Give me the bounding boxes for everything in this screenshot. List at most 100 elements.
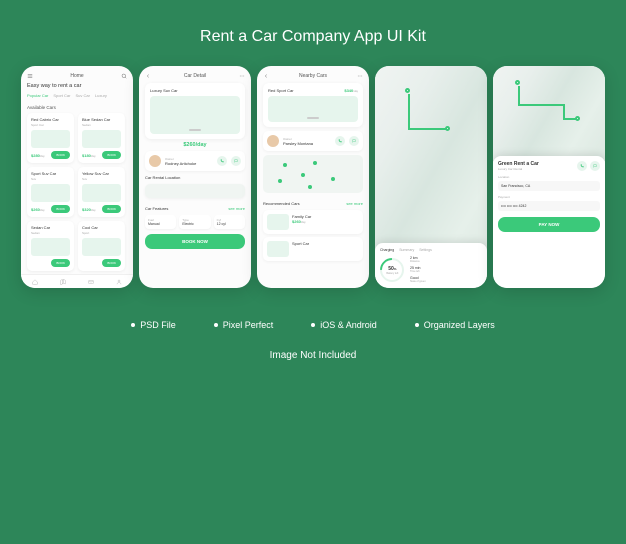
features-title: Car Features — [145, 206, 168, 211]
price: $260/day — [139, 139, 251, 151]
payment-field[interactable]: •••• •••• •••• 4242 — [498, 201, 600, 211]
sheet-tabs[interactable]: Charging Summary Settings — [380, 248, 482, 252]
rec-card[interactable]: Family Car$260/day — [263, 210, 363, 234]
book-button[interactable]: BOOK — [102, 205, 121, 213]
map-pin-start[interactable] — [515, 80, 520, 85]
price: $280/day — [31, 153, 45, 158]
car-card[interactable]: Red Cabrio Car Sport Car $280/day BOOK — [27, 113, 74, 163]
nav-mail-icon[interactable] — [88, 279, 94, 285]
car-card[interactable]: Sedan Car Sedan BOOK — [27, 221, 74, 271]
call-button[interactable] — [577, 161, 587, 171]
stat-item: 2 kmDistance — [410, 256, 426, 263]
map-pin-start[interactable] — [405, 88, 410, 93]
book-button[interactable]: BOOK — [51, 151, 70, 159]
see-more-link[interactable]: see more — [346, 201, 363, 206]
owner-card[interactable]: Owner Parsley Montana — [263, 131, 363, 151]
car-name: Red Cabrio Car — [31, 117, 70, 122]
car-name: Blue Sedan Car — [82, 117, 121, 122]
call-button[interactable] — [217, 156, 227, 166]
mini-map[interactable] — [263, 155, 363, 193]
bottom-nav — [21, 274, 133, 288]
location-label: Location — [498, 175, 600, 179]
nav-map-icon[interactable] — [60, 279, 66, 285]
route-line — [518, 104, 563, 106]
rec-card[interactable]: Sport Car — [263, 237, 363, 261]
rec-title: Recommended Cars — [263, 201, 300, 206]
car-name: Sport Suv Car — [31, 171, 70, 176]
book-button[interactable]: BOOK — [51, 259, 70, 267]
car-image — [82, 238, 121, 256]
location-map[interactable] — [145, 184, 245, 198]
chat-button[interactable] — [349, 136, 359, 146]
car-card[interactable]: Yellow Suv Car Suv $320/dayBOOK — [78, 167, 125, 217]
feature-item: Organized Layers — [415, 320, 495, 330]
tab-settings[interactable]: Settings — [419, 248, 432, 252]
owner-card[interactable]: Owner Rodney Artichoke — [145, 151, 245, 171]
car-image — [267, 214, 289, 230]
price: $260/day — [31, 207, 45, 212]
avatar — [267, 135, 279, 147]
car-image — [268, 96, 358, 122]
stat-item: GoodState of green — [410, 276, 426, 283]
car-image — [82, 184, 121, 202]
tab-summary[interactable]: Summary — [399, 248, 414, 252]
tab-popular[interactable]: Popular Car — [27, 93, 48, 98]
book-button[interactable]: BOOK NOW — [145, 234, 245, 249]
chat-button[interactable] — [590, 161, 600, 171]
back-icon[interactable] — [145, 73, 151, 79]
car-subtitle: Sport — [82, 231, 121, 235]
feature-list: PSD File Pixel Perfect iOS & Android Org… — [0, 288, 626, 342]
company-subtitle: Luxury Car Rental — [498, 167, 539, 171]
book-button[interactable]: BOOK — [102, 259, 121, 267]
top-car-card[interactable]: Red Sport Car $340/day — [263, 83, 363, 127]
feature-item: PSD File — [131, 320, 176, 330]
tab-suv[interactable]: Suv Car — [75, 93, 89, 98]
car-card[interactable]: Sport Suv Car Suv $260/day BOOK — [27, 167, 74, 217]
nav-user-icon[interactable] — [116, 279, 122, 285]
screen-payment: Green Rent a Car Luxury Car Rental Locat… — [493, 66, 605, 288]
car-image — [31, 238, 70, 256]
location-field[interactable]: San Francisco, CA — [498, 181, 600, 191]
menu-icon[interactable] — [27, 73, 33, 79]
car-subtitle: Sport Car — [31, 123, 70, 127]
avatar — [149, 155, 161, 167]
search-icon[interactable] — [121, 73, 127, 79]
car-card[interactable]: Cool Car Sport BOOK — [78, 221, 125, 271]
nav-home-icon[interactable] — [32, 279, 38, 285]
tab-charging[interactable]: Charging — [380, 248, 394, 252]
tab-luxury[interactable]: Luxury — [95, 93, 107, 98]
battery-ring: 50% Battery left — [375, 253, 409, 287]
feature-card: Cyl12 cyl — [214, 215, 245, 229]
screen-detail: Car Detail Luxury Suv Car $260/day Owner… — [139, 66, 251, 288]
category-tabs[interactable]: Popular Car Sport Car Suv Car Luxury — [21, 89, 133, 102]
price: $260/day — [292, 219, 359, 224]
tab-sport[interactable]: Sport Car — [53, 93, 70, 98]
payment-label: Payment — [498, 195, 600, 199]
screen-nearby: Nearby Cars Red Sport Car $340/day Owner… — [257, 66, 369, 288]
more-icon[interactable] — [357, 73, 363, 79]
book-button[interactable]: BOOK — [102, 151, 121, 159]
stat-list: 2 kmDistance 25 minTime left GoodState of … — [410, 256, 426, 283]
screen-title: Car Detail — [184, 73, 206, 79]
pay-button[interactable]: PAY NOW — [498, 217, 600, 232]
book-button[interactable]: BOOK — [51, 205, 70, 213]
car-card[interactable]: Blue Sedan Car Sedan $180/dayBOOK — [78, 113, 125, 163]
price: $320/day — [82, 207, 96, 212]
back-icon[interactable] — [263, 73, 269, 79]
call-button[interactable] — [335, 136, 345, 146]
screen-home: Home Easy way to rent a car Popular Car … — [21, 66, 133, 288]
car-image — [31, 130, 70, 148]
car-subtitle: Sedan — [82, 123, 121, 127]
hero-card: Luxury Suv Car — [145, 83, 245, 139]
chat-button[interactable] — [231, 156, 241, 166]
car-subtitle: Suv — [31, 177, 70, 181]
map-background[interactable] — [493, 66, 605, 161]
stat-item: 25 minTime left — [410, 266, 426, 273]
feature-row: FuelManualTypeElectricCyl12 cyl — [139, 215, 251, 229]
car-image — [31, 184, 70, 202]
more-icon[interactable] — [239, 73, 245, 79]
feature-card: FuelManual — [145, 215, 176, 229]
route-line — [408, 128, 446, 130]
see-more-link[interactable]: see more — [228, 206, 245, 211]
car-grid: Red Cabrio Car Sport Car $280/day BOOK Bl… — [21, 113, 133, 271]
